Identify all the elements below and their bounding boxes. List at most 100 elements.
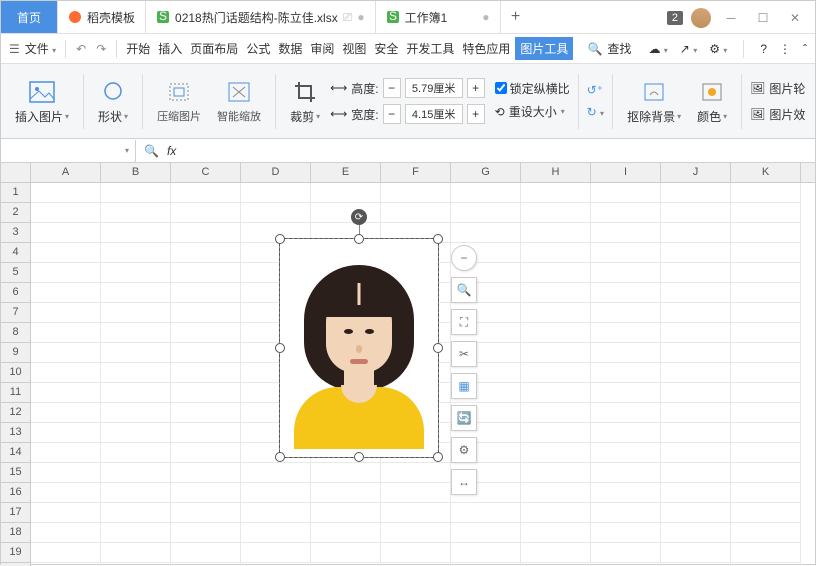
menu-start[interactable]: 开始: [123, 37, 153, 60]
cell[interactable]: [521, 263, 591, 283]
cell[interactable]: [591, 183, 661, 203]
cell[interactable]: [311, 543, 381, 563]
cell[interactable]: [661, 343, 731, 363]
reset-size-button[interactable]: ⟲ 重设大小▾: [495, 101, 570, 123]
cell[interactable]: [241, 483, 311, 503]
cell[interactable]: [521, 223, 591, 243]
cell[interactable]: [661, 223, 731, 243]
row-header[interactable]: 16: [1, 483, 31, 503]
cell[interactable]: [591, 543, 661, 563]
collapse-ribbon-icon[interactable]: ˆ: [803, 42, 807, 56]
cell[interactable]: [521, 283, 591, 303]
cell[interactable]: [171, 483, 241, 503]
col-header[interactable]: K: [731, 163, 801, 182]
row-header[interactable]: 12: [1, 403, 31, 423]
shape-button[interactable]: 形状▾: [92, 69, 134, 134]
settings-tool-button[interactable]: ⚙: [451, 437, 477, 463]
resize-handle-ne[interactable]: [433, 234, 443, 244]
resize-handle-s[interactable]: [354, 452, 364, 462]
cell[interactable]: [101, 223, 171, 243]
col-header[interactable]: H: [521, 163, 591, 182]
cell[interactable]: [101, 323, 171, 343]
cell[interactable]: [381, 543, 451, 563]
cell[interactable]: [591, 223, 661, 243]
cell[interactable]: [731, 483, 801, 503]
cell[interactable]: [731, 223, 801, 243]
row-header[interactable]: 10: [1, 363, 31, 383]
cell[interactable]: [311, 503, 381, 523]
cell[interactable]: [101, 283, 171, 303]
resize-handle-n[interactable]: [354, 234, 364, 244]
cell[interactable]: [241, 543, 311, 563]
resize-handle-e[interactable]: [433, 343, 443, 353]
col-header[interactable]: C: [171, 163, 241, 182]
cell[interactable]: [591, 423, 661, 443]
settings-icon[interactable]: ⚙ ▾: [709, 42, 727, 56]
cell[interactable]: [521, 183, 591, 203]
cell[interactable]: [521, 383, 591, 403]
menu-layout[interactable]: 页面布局: [187, 37, 241, 60]
cell[interactable]: [101, 243, 171, 263]
select-all-corner[interactable]: [1, 163, 31, 182]
resize-handle-nw[interactable]: [275, 234, 285, 244]
search-label[interactable]: 查找: [604, 37, 634, 60]
resize-handle-sw[interactable]: [275, 452, 285, 462]
cell[interactable]: [521, 243, 591, 263]
cell[interactable]: [171, 203, 241, 223]
cell[interactable]: [31, 223, 101, 243]
resize-handle-se[interactable]: [433, 452, 443, 462]
cell[interactable]: [731, 263, 801, 283]
cell[interactable]: [171, 543, 241, 563]
cell[interactable]: [101, 423, 171, 443]
cell[interactable]: [661, 363, 731, 383]
row-header[interactable]: 1: [1, 183, 31, 203]
select-tool-button[interactable]: ▦: [451, 373, 477, 399]
resize-handle-w[interactable]: [275, 343, 285, 353]
cell[interactable]: [731, 403, 801, 423]
cell[interactable]: [31, 423, 101, 443]
col-header[interactable]: F: [381, 163, 451, 182]
cell[interactable]: [521, 503, 591, 523]
close-button[interactable]: ✕: [783, 6, 807, 30]
fit-button[interactable]: ⛶: [451, 309, 477, 335]
row-header[interactable]: 17: [1, 503, 31, 523]
cell[interactable]: [101, 543, 171, 563]
cell[interactable]: [731, 183, 801, 203]
cell[interactable]: [101, 383, 171, 403]
cell[interactable]: [171, 503, 241, 523]
rotate-right-icon[interactable]: ↻ ▾: [587, 105, 604, 119]
menu-security[interactable]: 安全: [371, 37, 401, 60]
cell[interactable]: [171, 523, 241, 543]
cell[interactable]: [661, 203, 731, 223]
cell[interactable]: [171, 383, 241, 403]
cell[interactable]: [591, 323, 661, 343]
cell[interactable]: [311, 203, 381, 223]
cell[interactable]: [661, 443, 731, 463]
cell[interactable]: [521, 423, 591, 443]
cell[interactable]: [661, 523, 731, 543]
cell[interactable]: [661, 263, 731, 283]
row-header[interactable]: 3: [1, 223, 31, 243]
cell[interactable]: [31, 263, 101, 283]
cell[interactable]: [731, 383, 801, 403]
cell[interactable]: [591, 523, 661, 543]
cell[interactable]: [101, 303, 171, 323]
col-header[interactable]: I: [591, 163, 661, 182]
cell[interactable]: [241, 503, 311, 523]
row-header[interactable]: 2: [1, 203, 31, 223]
height-minus[interactable]: −: [383, 78, 401, 98]
cell[interactable]: [521, 323, 591, 343]
cell[interactable]: [31, 203, 101, 223]
cell[interactable]: [171, 243, 241, 263]
insert-picture-button[interactable]: 插入图片▾: [9, 69, 75, 134]
cell[interactable]: [521, 543, 591, 563]
menu-view[interactable]: 视图: [339, 37, 369, 60]
cell[interactable]: [661, 403, 731, 423]
cell[interactable]: [661, 383, 731, 403]
cell[interactable]: [591, 403, 661, 423]
width-minus[interactable]: −: [383, 104, 401, 124]
cell[interactable]: [241, 523, 311, 543]
hamburger-icon[interactable]: ☰: [9, 42, 20, 56]
pic-rotate-button[interactable]: 🖼图片轮: [750, 77, 805, 99]
cell[interactable]: [381, 203, 451, 223]
